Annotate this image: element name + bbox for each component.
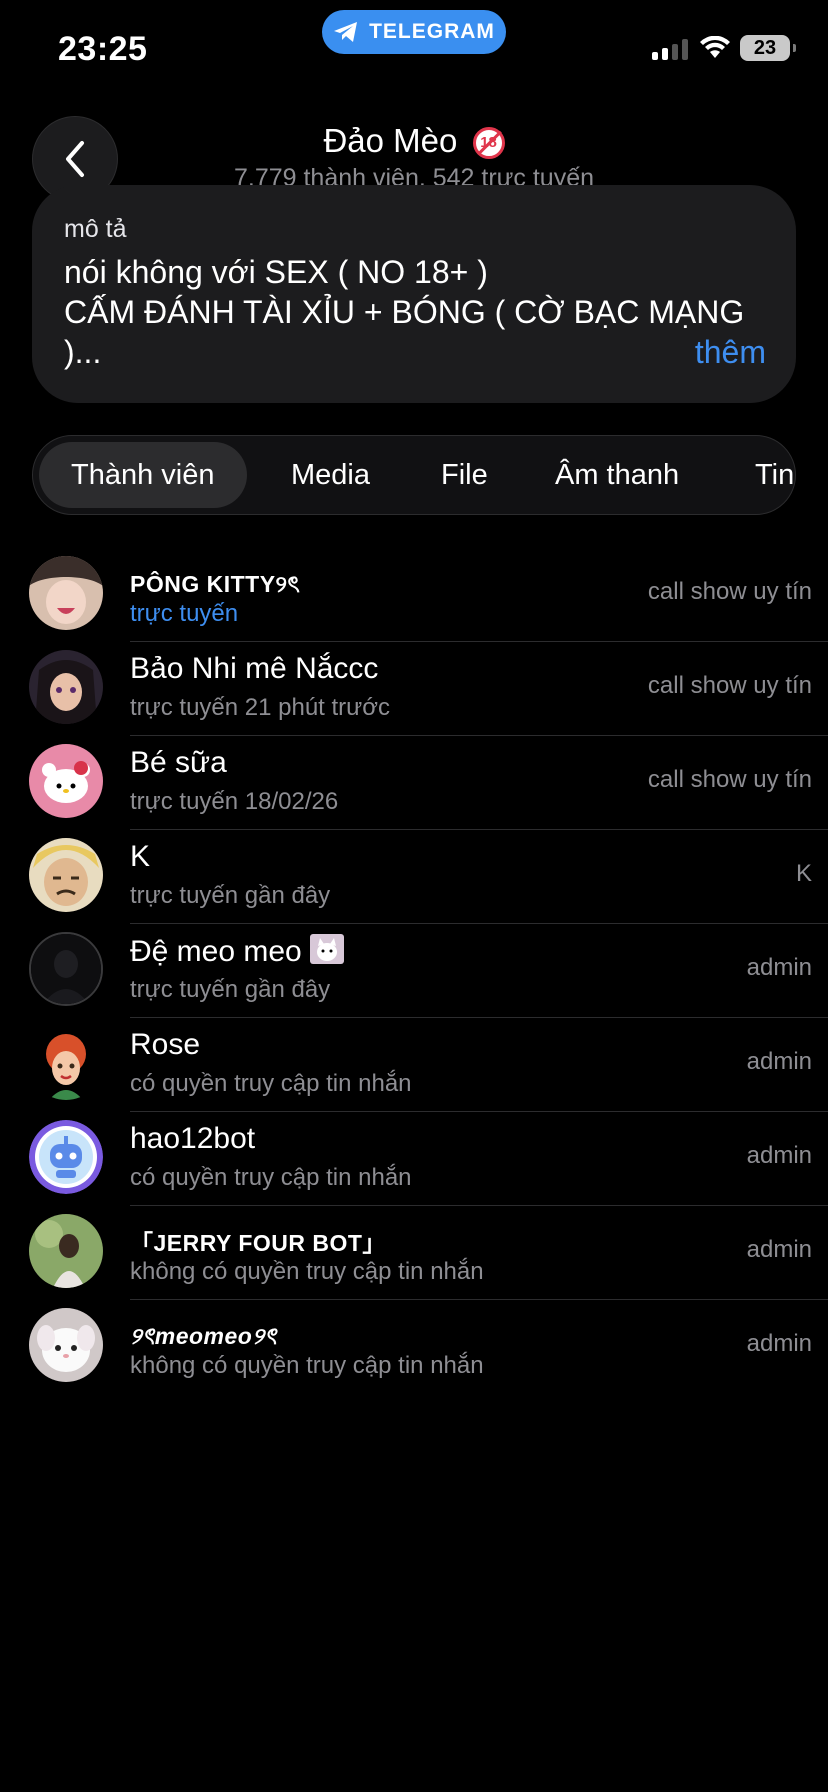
description-card[interactable]: mô tả nói không với SEX ( NO 18+ ) CẤM Đ… bbox=[32, 185, 796, 403]
member-role: admin bbox=[746, 1142, 812, 1169]
tab-media[interactable]: Media bbox=[291, 442, 370, 508]
description-line: nói không với SEX ( NO 18+ ) bbox=[64, 254, 488, 290]
member-row[interactable]: PÔNG KITTY୨ৎ trực tuyến call show uy tín bbox=[0, 548, 828, 642]
member-role: admin bbox=[746, 1048, 812, 1075]
description-line: CẤM ĐÁNH TÀI XỈU + BÓNG ( CỜ BẠC MẠNG bbox=[64, 294, 745, 330]
member-status: trực tuyến bbox=[130, 600, 239, 627]
avatar bbox=[29, 932, 103, 1006]
show-more-link[interactable]: thêm bbox=[695, 334, 766, 371]
member-row[interactable]: Bé sữa trực tuyến 18/02/26 call show uy … bbox=[0, 736, 828, 830]
member-status: trực tuyến gần đây bbox=[130, 882, 331, 909]
tab-links[interactable]: Tin bbox=[755, 442, 794, 508]
avatar bbox=[29, 556, 103, 630]
member-role: admin bbox=[746, 954, 812, 981]
member-row[interactable]: 「JERRY FOUR BOT」 không có quyền truy cập… bbox=[0, 1206, 828, 1300]
no-under-18-icon: 18 bbox=[472, 127, 505, 160]
member-role: admin bbox=[746, 1236, 812, 1263]
member-row[interactable]: Rose có quyền truy cập tin nhắn admin bbox=[0, 1018, 828, 1112]
member-status: trực tuyến 21 phút trước bbox=[130, 694, 390, 721]
member-status: không có quyền truy cập tin nhắn bbox=[130, 1352, 484, 1379]
description-label: mô tả bbox=[64, 215, 127, 243]
member-name: Bảo Nhi mê Nắccc bbox=[130, 652, 379, 685]
status-bar: 23:25 TELEGRAM 23 bbox=[0, 0, 828, 90]
cellular-signal-icon bbox=[652, 38, 688, 60]
telegram-pill-label: TELEGRAM bbox=[369, 20, 495, 43]
group-title: Đảo Mèo bbox=[323, 122, 458, 159]
member-row[interactable]: hao12bot có quyền truy cập tin nhắn admi… bbox=[0, 1112, 828, 1206]
wifi-icon bbox=[700, 36, 730, 58]
cat-sticker-icon bbox=[310, 934, 345, 964]
avatar bbox=[29, 1120, 103, 1194]
tab-files[interactable]: File bbox=[441, 442, 488, 508]
member-status: không có quyền truy cập tin nhắn bbox=[130, 1258, 484, 1285]
member-status: trực tuyến gần đây bbox=[130, 976, 331, 1003]
member-name: 「JERRY FOUR BOT」 bbox=[130, 1230, 386, 1256]
member-name: K bbox=[130, 840, 151, 873]
avatar bbox=[29, 838, 103, 912]
member-role: call show uy tín bbox=[647, 578, 812, 605]
avatar bbox=[29, 1026, 103, 1100]
tab-audio[interactable]: Âm thanh bbox=[555, 442, 679, 508]
description-line: )... bbox=[64, 334, 102, 370]
member-row[interactable]: Bảo Nhi mê Nắccc trực tuyến 21 phút trướ… bbox=[0, 642, 828, 736]
group-title-row: Đảo Mèo 18 bbox=[0, 122, 828, 160]
member-status: có quyền truy cập tin nhắn bbox=[130, 1070, 412, 1097]
member-name: hao12bot bbox=[130, 1122, 256, 1155]
tab-members[interactable]: Thành viên bbox=[39, 442, 247, 508]
status-time: 23:25 bbox=[58, 30, 148, 68]
member-role: K bbox=[795, 860, 812, 887]
member-status: có quyền truy cập tin nhắn bbox=[130, 1164, 412, 1191]
avatar bbox=[29, 1308, 103, 1382]
telegram-icon bbox=[334, 22, 358, 42]
battery-icon: 23 bbox=[740, 35, 796, 61]
member-name: Bé sữa bbox=[130, 746, 227, 779]
member-row[interactable]: Đệ meo meo trực tuyến gần đây admin bbox=[0, 924, 828, 1018]
member-status: trực tuyến 18/02/26 bbox=[130, 788, 339, 815]
member-role: call show uy tín bbox=[647, 672, 812, 699]
description-text: nói không với SEX ( NO 18+ ) CẤM ĐÁNH TÀ… bbox=[64, 252, 764, 372]
member-role: call show uy tín bbox=[647, 766, 812, 793]
profile-tabs: Thành viên Media File Âm thanh Tin bbox=[32, 435, 796, 515]
member-list: PÔNG KITTY୨ৎ trực tuyến call show uy tín… bbox=[0, 548, 828, 1394]
member-row[interactable]: ୨ৎmeomeo୨ৎ không có quyền truy cập tin n… bbox=[0, 1300, 828, 1394]
member-name: Đệ meo meo bbox=[130, 934, 345, 969]
avatar bbox=[29, 1214, 103, 1288]
telegram-pill[interactable]: TELEGRAM bbox=[322, 10, 506, 54]
avatar bbox=[29, 650, 103, 724]
member-role: admin bbox=[746, 1330, 812, 1357]
member-name: Rose bbox=[130, 1028, 201, 1061]
member-row[interactable]: K trực tuyến gần đây K bbox=[0, 830, 828, 924]
avatar bbox=[29, 744, 103, 818]
